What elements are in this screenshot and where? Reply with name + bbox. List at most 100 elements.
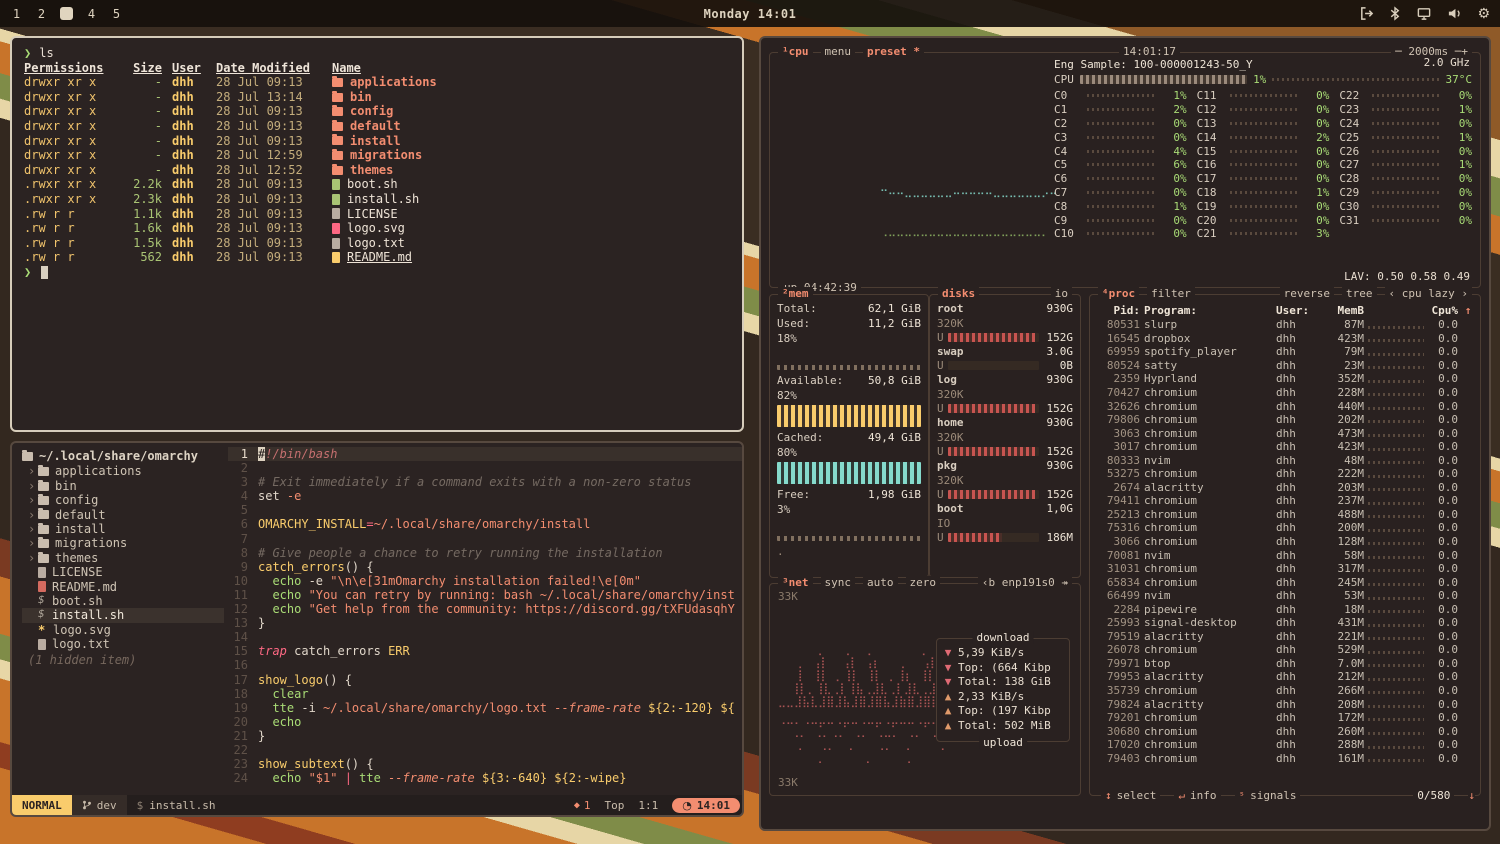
logout-icon[interactable] <box>1359 6 1374 21</box>
network-icon[interactable] <box>1416 6 1432 21</box>
code-editor[interactable]: 1 #!/bin/bash 2 3 # Exit immediately if … <box>228 443 742 795</box>
network-interface[interactable]: ‹b enp191s0 ↠ <box>978 576 1072 589</box>
tree-item[interactable]: migrations <box>22 536 224 550</box>
scroll-down-arrow[interactable]: ↓ <box>1468 789 1475 802</box>
tree-item[interactable]: logo.txt <box>22 637 224 651</box>
ls-row: drwxr xr x - dhh 28 Jul 12:52 themes <box>24 163 730 178</box>
process-pid: 80531 <box>1096 318 1140 331</box>
process-row[interactable]: 70427 chromium dhh 228M 0.0 <box>1096 386 1474 400</box>
disk-used-row: U 152G <box>937 445 1073 458</box>
workspace-button[interactable]: 5 <box>110 7 123 20</box>
process-row[interactable]: 2284 pipewire dhh 18M 0.0 <box>1096 602 1474 616</box>
process-row[interactable]: 79411 chromium dhh 237M 0.0 <box>1096 494 1474 508</box>
date-modified: 28 Jul 09:13 <box>216 207 322 222</box>
tree-item[interactable]: bin <box>22 479 224 493</box>
tree-root[interactable]: ~/.local/share/omarchy <box>22 449 224 463</box>
disks-panel-title[interactable]: disks <box>938 287 979 300</box>
file-size: 1.5k <box>122 236 162 251</box>
process-row[interactable]: 16545 dropbox dhh 423M 0.0 <box>1096 332 1474 346</box>
process-row[interactable]: 2359 Hyprland dhh 352M 0.0 <box>1096 372 1474 386</box>
process-row[interactable]: 30680 chromium dhh 260M 0.0 <box>1096 724 1474 738</box>
process-row[interactable]: 53275 chromium dhh 222M 0.0 <box>1096 467 1474 481</box>
tree-item[interactable]: themes <box>22 551 224 565</box>
code-text <box>258 658 742 672</box>
preset-button[interactable]: preset * <box>863 45 924 58</box>
net-mode-button[interactable]: sync <box>821 576 856 589</box>
tree-item[interactable]: applications <box>22 464 224 478</box>
file-type-icon <box>38 610 46 621</box>
col-user[interactable]: User: <box>1276 304 1316 317</box>
process-row[interactable]: 79201 chromium dhh 172M 0.0 <box>1096 711 1474 725</box>
workspace-button[interactable]: 3 <box>60 7 73 20</box>
down-arrow-icon: ▼ <box>943 646 953 661</box>
process-row[interactable]: 2674 alacritty dhh 203M 0.0 <box>1096 481 1474 495</box>
tree-item[interactable]: README.md <box>22 580 224 594</box>
process-row[interactable]: 80333 nvim dhh 48M 0.0 <box>1096 453 1474 467</box>
tree-item[interactable]: boot.sh <box>22 594 224 608</box>
bluetooth-icon[interactable] <box>1389 6 1401 21</box>
core-percent: 1% <box>1303 186 1329 199</box>
process-user: dhh <box>1276 508 1316 521</box>
col-cpu[interactable]: Cpu% <box>1428 304 1458 317</box>
process-row[interactable]: 3017 chromium dhh 423M 0.0 <box>1096 440 1474 454</box>
col-program[interactable]: Program: <box>1144 304 1272 317</box>
network-panel-title[interactable]: ³net <box>778 576 813 589</box>
process-row[interactable]: 79971 btop dhh 7.0M 0.0 <box>1096 657 1474 671</box>
sort-direction-icon[interactable]: ↑ <box>1462 304 1474 317</box>
process-name: chromium <box>1144 413 1272 426</box>
process-row[interactable]: 3066 chromium dhh 128M 0.0 <box>1096 535 1474 549</box>
proc-control-button[interactable]: tree <box>1342 287 1377 300</box>
disk-name: log <box>937 372 957 387</box>
disk-entry: pkg 930G 320K U 152G <box>937 458 1073 501</box>
process-row[interactable]: 31031 chromium dhh 317M 0.0 <box>1096 562 1474 576</box>
process-row[interactable]: 17020 chromium dhh 288M 0.0 <box>1096 738 1474 752</box>
col-pid[interactable]: Pid: <box>1096 304 1140 317</box>
cpu-panel-title[interactable]: ¹cpu <box>778 45 813 58</box>
process-row[interactable]: 66499 nvim dhh 53M 0.0 <box>1096 589 1474 603</box>
workspace-button[interactable]: 4 <box>85 7 98 20</box>
tree-item[interactable]: install.sh <box>22 608 224 622</box>
process-row[interactable]: 3063 chromium dhh 473M 0.0 <box>1096 426 1474 440</box>
settings-gear-icon[interactable]: ⚙ <box>1477 7 1490 21</box>
process-row[interactable]: 75316 chromium dhh 200M 0.0 <box>1096 521 1474 535</box>
process-row[interactable]: 26078 chromium dhh 529M 0.0 <box>1096 643 1474 657</box>
proc-control-button[interactable]: reverse <box>1280 287 1334 300</box>
tree-item[interactable]: config <box>22 493 224 507</box>
process-cpu: 0.0 <box>1428 670 1458 683</box>
process-row[interactable]: 79806 chromium dhh 202M 0.0 <box>1096 413 1474 427</box>
tree-item[interactable]: logo.svg <box>22 623 224 637</box>
workspace-button[interactable]: 2 <box>35 7 48 20</box>
footer-key-button[interactable]: ˢ signals <box>1235 789 1301 802</box>
footer-key-button[interactable]: ↕ select <box>1101 789 1160 802</box>
net-mode-button[interactable]: zero <box>906 576 941 589</box>
memory-panel-title[interactable]: ²mem <box>778 287 813 300</box>
workspace-button[interactable]: 1 <box>10 7 23 20</box>
process-row[interactable]: 70081 nvim dhh 58M 0.0 <box>1096 548 1474 562</box>
process-row[interactable]: 25993 signal-desktop dhh 431M 0.0 <box>1096 616 1474 630</box>
memory-meters: Total: 62,1 GiB Used: 11,2 GiB 18% <box>777 301 921 541</box>
process-panel-title[interactable]: ⁴proc <box>1098 287 1139 300</box>
process-row[interactable]: 35739 chromium dhh 266M 0.0 <box>1096 684 1474 698</box>
io-mode-button[interactable]: io <box>1051 287 1072 300</box>
process-row[interactable]: 25213 chromium dhh 488M 0.0 <box>1096 508 1474 522</box>
tree-item[interactable]: install <box>22 522 224 536</box>
tree-item[interactable]: default <box>22 508 224 522</box>
volume-icon[interactable] <box>1447 6 1462 21</box>
process-row[interactable]: 65834 chromium dhh 245M 0.0 <box>1096 575 1474 589</box>
col-memory[interactable]: MemB <box>1320 304 1364 317</box>
footer-key-button[interactable]: ↵ info <box>1174 789 1220 802</box>
net-mode-button[interactable]: auto <box>863 576 898 589</box>
process-row[interactable]: 69959 spotify_player dhh 79M 0.0 <box>1096 345 1474 359</box>
process-row[interactable]: 32626 chromium dhh 440M 0.0 <box>1096 399 1474 413</box>
process-row[interactable]: 79824 alacritty dhh 208M 0.0 <box>1096 697 1474 711</box>
sort-selector[interactable]: ‹ cpu lazy › <box>1385 287 1472 300</box>
tree-item[interactable]: LICENSE <box>22 565 224 579</box>
process-row[interactable]: 80531 slurp dhh 87M 0.0 <box>1096 318 1474 332</box>
filter-button[interactable]: filter <box>1147 287 1195 300</box>
process-row[interactable]: 79519 alacritty dhh 221M 0.0 <box>1096 630 1474 644</box>
process-row[interactable]: 79403 chromium dhh 161M 0.0 <box>1096 752 1474 766</box>
process-row[interactable]: 79953 alacritty dhh 212M 0.0 <box>1096 670 1474 684</box>
menu-button[interactable]: menu <box>821 45 856 58</box>
process-pid: 65834 <box>1096 576 1140 589</box>
process-row[interactable]: 80524 satty dhh 23M 0.0 <box>1096 359 1474 373</box>
